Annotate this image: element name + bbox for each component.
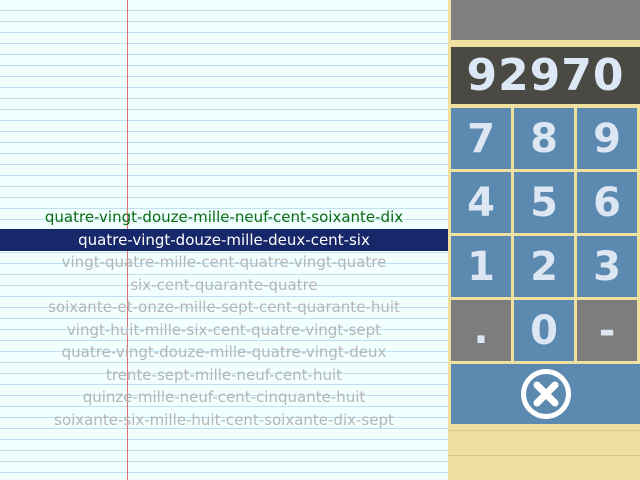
key-9[interactable]: 9 (577, 108, 637, 169)
key-decimal-point[interactable]: . (451, 300, 511, 361)
word-row[interactable]: soixante-et-onze-mille-sept-cent-quarant… (0, 296, 448, 319)
word-row[interactable]: vingt-huit-mille-six-cent-quatre-vingt-s… (0, 319, 448, 342)
clear-x-icon (520, 369, 571, 419)
key-3[interactable]: 3 (577, 236, 637, 297)
footer-divider (448, 455, 640, 456)
clear-button[interactable] (451, 364, 640, 424)
key-minus[interactable]: - (577, 300, 637, 361)
word-row[interactable]: trente-sept-mille-neuf-cent-huit (0, 364, 448, 387)
key-5[interactable]: 5 (514, 172, 574, 233)
key-6[interactable]: 6 (577, 172, 637, 233)
keypad-panel: 92970 7 8 9 4 5 6 1 2 3 . 0 - (448, 0, 640, 480)
key-8[interactable]: 8 (514, 108, 574, 169)
top-bar (451, 0, 640, 40)
word-row-correct[interactable]: quatre-vingt-douze-mille-neuf-cent-soixa… (0, 206, 448, 229)
word-list: quatre-vingt-douze-mille-neuf-cent-soixa… (0, 206, 448, 431)
key-1[interactable]: 1 (451, 236, 511, 297)
footer-divider (448, 430, 640, 431)
word-row[interactable]: soixante-six-mille-huit-cent-soixante-di… (0, 409, 448, 432)
key-4[interactable]: 4 (451, 172, 511, 233)
word-row[interactable]: vingt-quatre-mille-cent-quatre-vingt-qua… (0, 251, 448, 274)
word-row[interactable]: quinze-mille-neuf-cent-cinquante-huit (0, 386, 448, 409)
key-0[interactable]: 0 (514, 300, 574, 361)
word-row[interactable]: six-cent-quarante-quatre (0, 274, 448, 297)
key-7[interactable]: 7 (451, 108, 511, 169)
word-row[interactable]: quatre-vingt-douze-mille-quatre-vingt-de… (0, 341, 448, 364)
key-2[interactable]: 2 (514, 236, 574, 297)
number-display: 92970 (451, 47, 640, 104)
notebook-paper: quatre-vingt-douze-mille-neuf-cent-soixa… (0, 0, 448, 480)
word-row-selected[interactable]: quatre-vingt-douze-mille-deux-cent-six (0, 228, 448, 251)
